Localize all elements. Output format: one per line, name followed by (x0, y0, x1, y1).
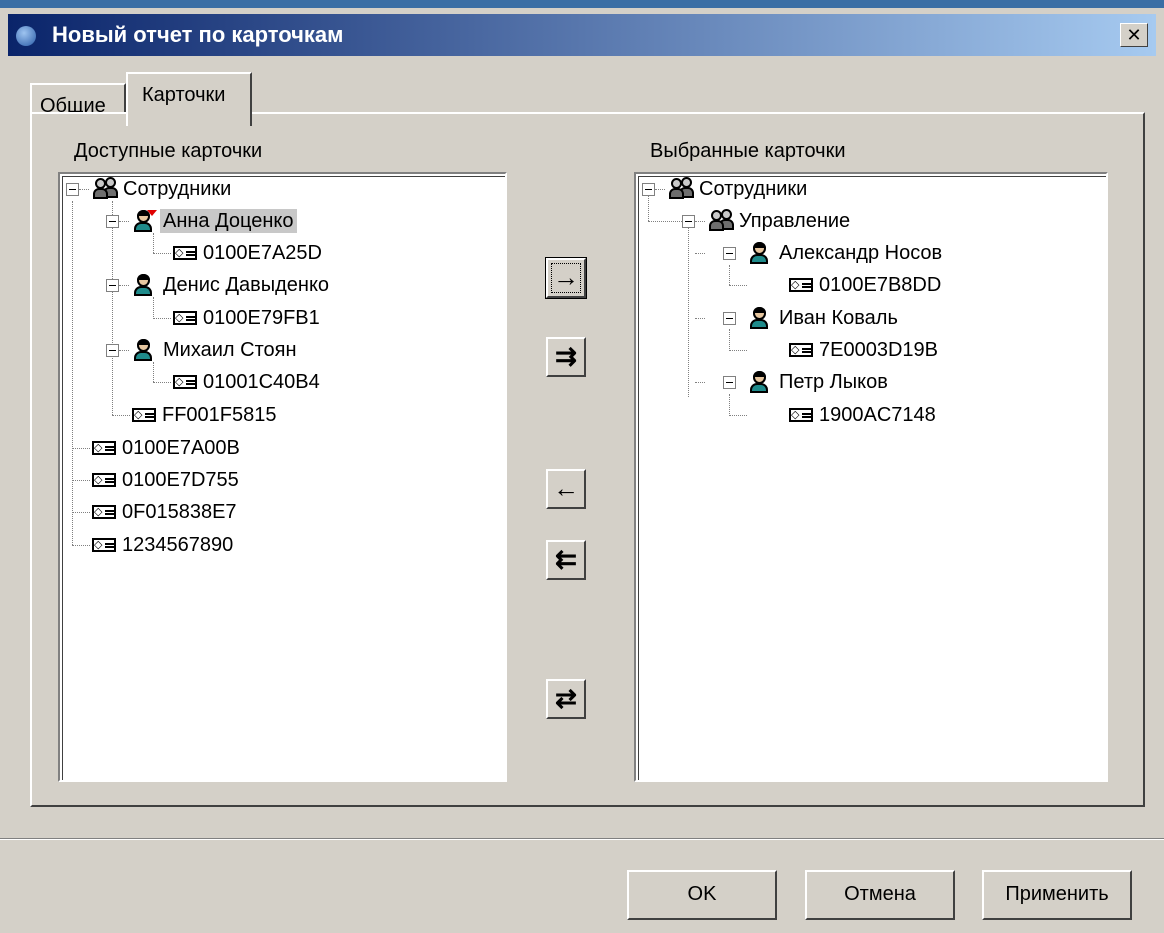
tree-node-mikhail-card[interactable]: 01001C40B4 (203, 370, 320, 394)
tree-node-alexander-card[interactable]: 0100E7B8DD (819, 273, 941, 297)
selected-cards-tree[interactable]: Сотрудники Управление Александр Носов 01… (634, 172, 1108, 782)
tree-node-card-2[interactable]: 0100E7D755 (122, 468, 239, 492)
expander-selected-employees[interactable] (642, 183, 655, 196)
expander-management[interactable] (682, 215, 695, 228)
group-icon (669, 177, 695, 200)
expander-denis[interactable] (106, 279, 119, 292)
expander-alexander[interactable] (723, 247, 736, 260)
tree-node-ivan[interactable]: Иван Коваль (779, 306, 898, 330)
tree-node-alexander[interactable]: Александр Носов (779, 241, 942, 265)
tree-node-anna-card[interactable]: 0100E7A25D (203, 241, 322, 265)
expander-mikhail[interactable] (106, 344, 119, 357)
app-icon (16, 26, 36, 46)
person-icon (133, 210, 157, 232)
tree-node-employees[interactable]: Сотрудники (699, 177, 807, 201)
tree-node-denis-card[interactable]: 0100E79FB1 (203, 306, 320, 330)
window-top-edge (0, 0, 1164, 8)
card-icon (173, 372, 197, 392)
dialog-window: Новый отчет по карточкам ✕ Общие Карточк… (0, 8, 1164, 933)
tab-panel-cards: Доступные карточки Выбранные карточки Со… (30, 112, 1145, 807)
add-selected-button[interactable]: → (545, 257, 587, 299)
expander-ivan[interactable] (723, 312, 736, 325)
apply-button[interactable]: Применить (982, 870, 1132, 920)
expander-anna[interactable] (106, 215, 119, 228)
card-icon (92, 470, 116, 490)
tree-node-petr[interactable]: Петр Лыков (779, 370, 888, 394)
tree-node-card-4[interactable]: 1234567890 (122, 533, 233, 557)
card-icon (92, 502, 116, 522)
close-button[interactable]: ✕ (1120, 23, 1148, 47)
available-cards-label: Доступные карточки (74, 140, 263, 162)
expander-available-employees[interactable] (66, 183, 79, 196)
tree-node-ivan-card[interactable]: 7E0003D19B (819, 338, 938, 362)
tree-node-management[interactable]: Управление (739, 209, 850, 233)
tree-node-anna[interactable]: Анна Доценко (160, 209, 297, 233)
tree-node-mikhail[interactable]: Михаил Стоян (163, 338, 297, 362)
card-icon (173, 243, 197, 263)
card-icon (789, 405, 813, 425)
window-title: Новый отчет по карточкам (52, 22, 344, 47)
footer-separator (0, 838, 1164, 840)
title-bar[interactable]: Новый отчет по карточкам ✕ (8, 14, 1156, 56)
person-icon (749, 242, 769, 264)
group-icon (709, 209, 735, 232)
person-icon (749, 371, 769, 393)
available-cards-tree[interactable]: Сотрудники Анна Доценко 0100E7A25D Денис… (58, 172, 507, 782)
tree-node-employees[interactable]: Сотрудники (123, 177, 231, 201)
tree-node-denis[interactable]: Денис Давыденко (163, 273, 329, 297)
ok-button[interactable]: OK (627, 870, 777, 920)
person-icon (133, 274, 153, 296)
remove-all-button[interactable]: ⇇ (546, 540, 586, 580)
person-icon (749, 307, 769, 329)
tree-node-emp-card[interactable]: FF001F5815 (162, 403, 277, 427)
group-icon (93, 177, 119, 200)
selected-cards-label: Выбранные карточки (650, 140, 846, 162)
card-icon (789, 275, 813, 295)
card-icon (92, 438, 116, 458)
tree-node-card-1[interactable]: 0100E7A00B (122, 436, 240, 460)
remove-selected-button[interactable]: ← (546, 469, 586, 509)
card-icon (132, 405, 156, 425)
expander-petr[interactable] (723, 376, 736, 389)
card-icon (173, 308, 197, 328)
cancel-button[interactable]: Отмена (805, 870, 955, 920)
card-icon (789, 340, 813, 360)
swap-button[interactable]: ⇄ (546, 679, 586, 719)
person-icon (133, 339, 153, 361)
add-all-button[interactable]: ⇉ (546, 337, 586, 377)
tree-node-petr-card[interactable]: 1900AC7148 (819, 403, 936, 427)
tab-cards[interactable]: Карточки (126, 72, 252, 126)
tree-node-card-3[interactable]: 0F015838E7 (122, 500, 237, 524)
card-icon (92, 535, 116, 555)
